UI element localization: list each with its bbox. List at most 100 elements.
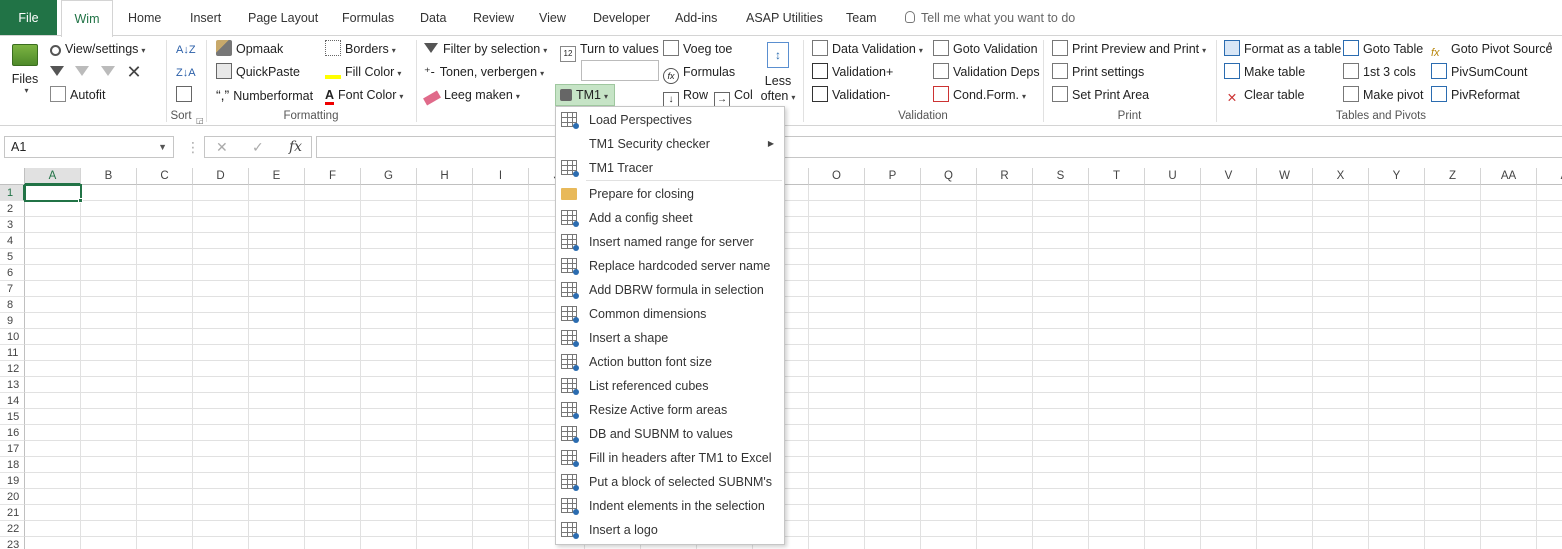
column-header[interactable]: G xyxy=(361,168,417,185)
row-header[interactable]: 5 xyxy=(0,249,25,265)
menu-item[interactable]: Insert a shape xyxy=(556,326,784,350)
fill-color-button[interactable]: Fill Color ▾ xyxy=(325,62,401,82)
view-settings-button[interactable]: View/settings ▾ xyxy=(50,39,145,59)
clear-table-button[interactable]: ✕ Clear table xyxy=(1224,85,1305,105)
fill-handle[interactable] xyxy=(78,198,83,203)
cells-area[interactable] xyxy=(25,185,1562,549)
column-header[interactable]: Z xyxy=(1425,168,1481,185)
column-header[interactable]: V xyxy=(1201,168,1257,185)
select-all-corner[interactable] xyxy=(0,168,25,185)
goto-validation-button[interactable]: Goto Validation xyxy=(933,39,1038,59)
row-header[interactable]: 20 xyxy=(0,489,25,505)
goto-table-button[interactable]: Goto Table xyxy=(1343,39,1423,59)
menu-item[interactable]: Common dimensions xyxy=(556,302,784,326)
tab-wim[interactable]: Wim xyxy=(61,0,113,37)
menu-item[interactable]: Put a block of selected SUBNM's xyxy=(556,470,784,494)
make-table-button[interactable]: Make table xyxy=(1224,62,1305,82)
menu-item[interactable]: Fill in headers after TM1 to Excel xyxy=(556,446,784,470)
column-header[interactable]: P xyxy=(865,168,921,185)
column-header[interactable]: R xyxy=(977,168,1033,185)
sort-za-button[interactable]: Z↓A xyxy=(176,62,196,82)
print-preview-button[interactable]: Print Preview and Print ▾ xyxy=(1052,39,1206,59)
column-header[interactable]: S xyxy=(1033,168,1089,185)
menu-item[interactable]: Action button font size xyxy=(556,350,784,374)
files-button[interactable]: Files ▾ xyxy=(8,42,42,106)
column-header[interactable]: E xyxy=(249,168,305,185)
row-header[interactable]: 14 xyxy=(0,393,25,409)
row-header[interactable]: 16 xyxy=(0,425,25,441)
active-cell[interactable] xyxy=(24,184,82,202)
col-button[interactable]: → Col xyxy=(714,85,753,108)
print-settings-button[interactable]: Print settings xyxy=(1052,62,1144,82)
reapply-filter-icon[interactable] xyxy=(100,66,115,76)
opmaak-button[interactable]: Opmaak xyxy=(216,39,283,59)
pivreformat-button[interactable]: PivReformat xyxy=(1431,85,1520,105)
row-header[interactable]: 22 xyxy=(0,521,25,537)
tab-review[interactable]: Review xyxy=(473,0,514,36)
tonen-verbergen-button[interactable]: ⁺- Tonen, verbergen ▾ xyxy=(424,62,544,82)
row-header[interactable]: 1 xyxy=(0,185,25,201)
tab-view[interactable]: View xyxy=(539,0,566,36)
row-header[interactable]: 15 xyxy=(0,409,25,425)
row-header[interactable]: 3 xyxy=(0,217,25,233)
menu-item[interactable]: Replace hardcoded server name xyxy=(556,254,784,278)
tab-formulas[interactable]: Formulas xyxy=(342,0,394,36)
column-header[interactable]: I xyxy=(473,168,529,185)
row-header[interactable]: 11 xyxy=(0,345,25,361)
column-header[interactable]: B xyxy=(81,168,137,185)
validation-plus-button[interactable]: Validation+ xyxy=(812,62,893,82)
column-header[interactable]: U xyxy=(1145,168,1201,185)
cond-form-button[interactable]: Cond.Form. ▾ xyxy=(933,85,1026,105)
row-header[interactable]: 18 xyxy=(0,457,25,473)
formulas-button[interactable]: fx Formulas xyxy=(663,62,735,84)
menu-item[interactable]: List referenced cubes xyxy=(556,374,784,398)
row-header[interactable]: 12 xyxy=(0,361,25,377)
pivsumcount-button[interactable]: PivSumCount xyxy=(1431,62,1527,82)
column-header[interactable]: C xyxy=(137,168,193,185)
row-button[interactable]: ↓ Row xyxy=(663,85,708,108)
validation-minus-button[interactable]: Validation- xyxy=(812,85,890,105)
custom-sort-button[interactable] xyxy=(176,85,196,105)
column-header[interactable]: T xyxy=(1089,168,1145,185)
numberformat-button[interactable]: “,” Numberformat xyxy=(216,85,313,105)
font-color-button[interactable]: A Font Color ▾ xyxy=(325,85,403,105)
column-header[interactable]: H xyxy=(417,168,473,185)
column-header[interactable]: D xyxy=(193,168,249,185)
tab-insert[interactable]: Insert xyxy=(190,0,221,36)
row-header[interactable]: 21 xyxy=(0,505,25,521)
dialog-launcher-icon[interactable]: ◲ xyxy=(196,116,204,125)
row-header[interactable]: 10 xyxy=(0,329,25,345)
row-header[interactable]: 4 xyxy=(0,233,25,249)
column-header[interactable]: AA xyxy=(1481,168,1537,185)
menu-item[interactable]: Add a config sheet xyxy=(556,206,784,230)
column-header[interactable]: X xyxy=(1313,168,1369,185)
name-box[interactable]: A1 ▼ xyxy=(4,136,174,158)
clear-filter-icon[interactable] xyxy=(75,66,90,76)
validation-deps-button[interactable]: Validation Deps xyxy=(933,62,1040,82)
menu-item[interactable]: Resize Active form areas xyxy=(556,398,784,422)
tab-data[interactable]: Data xyxy=(420,0,446,36)
column-header[interactable]: A xyxy=(25,168,81,185)
row-header[interactable]: 7 xyxy=(0,281,25,297)
leeg-maken-button[interactable]: Leeg maken ▾ xyxy=(423,85,520,106)
column-header[interactable]: O xyxy=(809,168,865,185)
set-print-area-button[interactable]: Set Print Area xyxy=(1052,85,1149,105)
menu-item[interactable]: TM1 Tracer xyxy=(556,156,784,180)
row-header[interactable]: 8 xyxy=(0,297,25,313)
column-header[interactable]: W xyxy=(1257,168,1313,185)
voeg-toe-button[interactable]: Voeg toe xyxy=(663,39,732,59)
quickpaste-button[interactable]: QuickPaste xyxy=(216,62,300,82)
data-validation-button[interactable]: Data Validation ▾ xyxy=(812,39,923,59)
menu-item[interactable]: TM1 Security checker ▶ xyxy=(556,132,784,156)
sort-az-button[interactable]: A↓Z xyxy=(176,39,196,59)
column-header[interactable]: Q xyxy=(921,168,977,185)
menu-item[interactable]: Insert named range for server xyxy=(556,230,784,254)
row-header[interactable]: 19 xyxy=(0,473,25,489)
row-header[interactable]: 2 xyxy=(0,201,25,217)
row-header[interactable]: 13 xyxy=(0,377,25,393)
menu-item[interactable]: Load Perspectives xyxy=(556,108,784,132)
filter-by-selection-button[interactable]: Filter by selection ▾ xyxy=(424,39,547,59)
row-header[interactable]: 9 xyxy=(0,313,25,329)
menu-item[interactable]: Prepare for closing xyxy=(556,182,784,206)
goto-pivot-source-button[interactable]: fx Goto Pivot Source xyxy=(1431,39,1552,59)
